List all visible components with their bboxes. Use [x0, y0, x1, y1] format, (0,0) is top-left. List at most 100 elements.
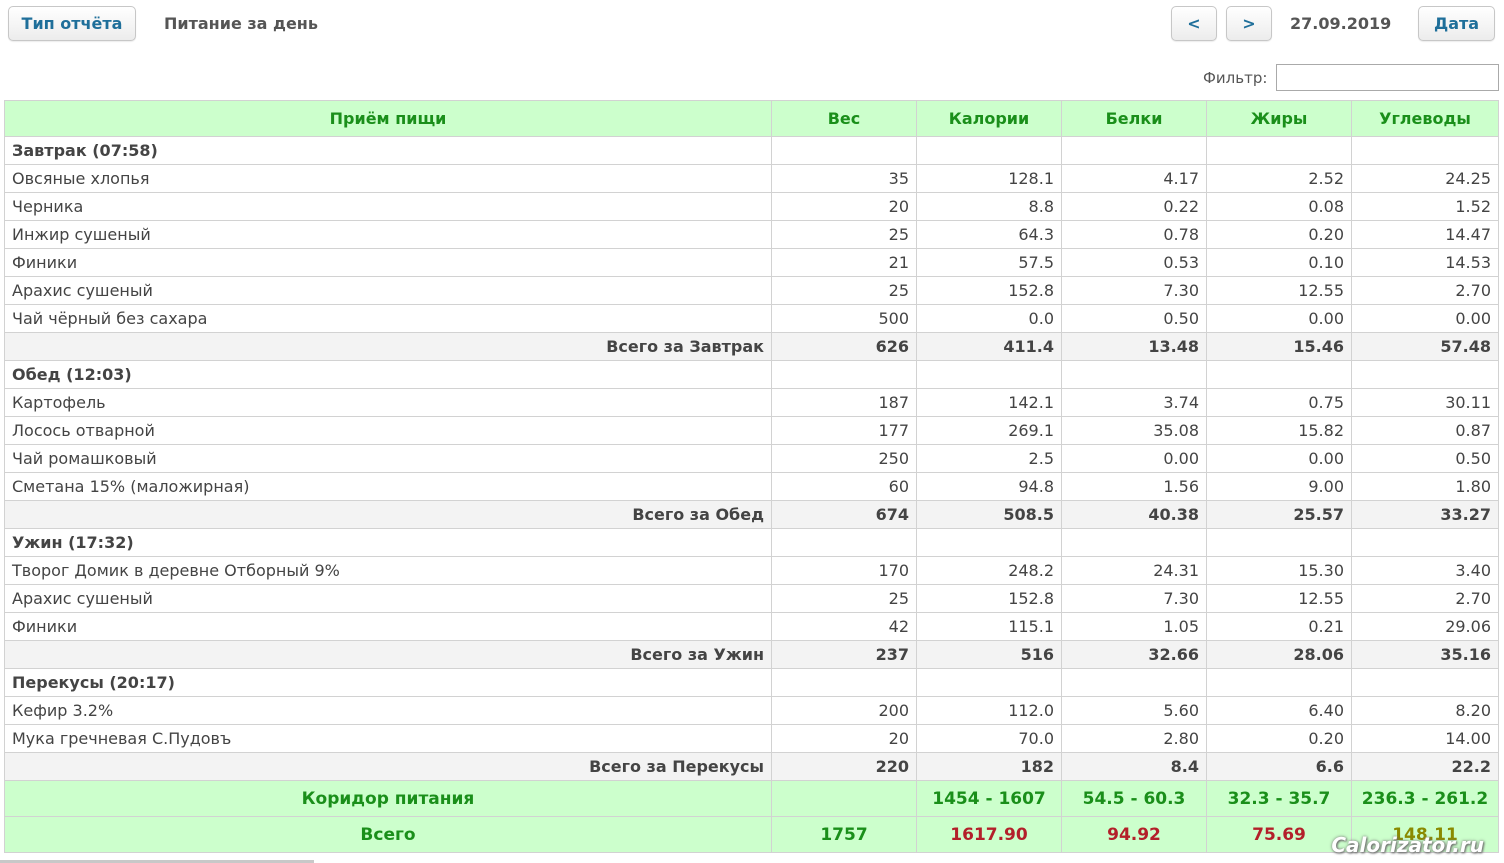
value-cell: 0.87 [1351, 416, 1499, 445]
next-day-button[interactable]: > [1226, 6, 1272, 41]
empty-cell [916, 360, 1062, 389]
meal-group-row: Ужин (17:32) [4, 528, 1499, 557]
value-cell: 14.47 [1351, 220, 1499, 249]
value-cell: 14.53 [1351, 248, 1499, 277]
subtotal-row: Всего за Обед 674 508.5 40.38 25.57 33.27 [4, 500, 1499, 529]
total-label: Всего [4, 816, 772, 853]
food-name-cell: Чай ромашковый [4, 444, 772, 473]
column-header-weight[interactable]: Вес [771, 100, 917, 137]
table-row[interactable]: Лосось отварной 177 269.1 35.08 15.82 0.87 [4, 416, 1499, 445]
value-cell: 0.10 [1206, 248, 1352, 277]
value-cell: 0.20 [1206, 724, 1352, 753]
column-header-meal[interactable]: Приём пищи [4, 100, 772, 137]
current-date: 27.09.2019 [1290, 14, 1392, 33]
subtotal-value: 22.2 [1351, 752, 1499, 781]
table-row[interactable]: Черника 20 8.8 0.22 0.08 1.52 [4, 192, 1499, 221]
table-row[interactable]: Финики 21 57.5 0.53 0.10 14.53 [4, 248, 1499, 277]
subtotal-label: Всего за Обед [4, 500, 772, 529]
column-header-protein[interactable]: Белки [1061, 100, 1207, 137]
column-header-fat[interactable]: Жиры [1206, 100, 1352, 137]
value-cell: 170 [771, 556, 917, 585]
value-cell: 70.0 [916, 724, 1062, 753]
value-cell: 115.1 [916, 612, 1062, 641]
value-cell: 42 [771, 612, 917, 641]
report-type-button[interactable]: Тип отчёта [8, 6, 136, 41]
value-cell: 25 [771, 276, 917, 305]
table-row[interactable]: Чай чёрный без сахара 500 0.0 0.50 0.00 0.00 [4, 304, 1499, 333]
value-cell: 2.70 [1351, 584, 1499, 613]
value-cell: 5.60 [1061, 696, 1207, 725]
food-name-cell: Мука гречневая С.Пудовъ [4, 724, 772, 753]
subtotal-value: 13.48 [1061, 332, 1207, 361]
column-header-carbs[interactable]: Углеводы [1351, 100, 1499, 137]
empty-cell [771, 668, 917, 697]
subtotal-label: Всего за Завтрак [4, 332, 772, 361]
total-value: 1617.90 [916, 816, 1062, 853]
food-name-cell: Арахис сушеный [4, 584, 772, 613]
value-cell: 94.8 [916, 472, 1062, 501]
meal-group-row: Перекусы (20:17) [4, 668, 1499, 697]
subtotal-value: 182 [916, 752, 1062, 781]
table-row[interactable]: Финики 42 115.1 1.05 0.21 29.06 [4, 612, 1499, 641]
value-cell: 250 [771, 444, 917, 473]
food-name-cell: Финики [4, 248, 772, 277]
food-name-cell: Арахис сушеный [4, 276, 772, 305]
value-cell: 8.8 [916, 192, 1062, 221]
empty-cell [771, 136, 917, 165]
value-cell: 128.1 [916, 164, 1062, 193]
value-cell: 0.20 [1206, 220, 1352, 249]
subtotal-value: 57.48 [1351, 332, 1499, 361]
table-row[interactable]: Творог Домик в деревне Отборный 9% 170 248… [4, 556, 1499, 585]
table-row[interactable]: Овсяные хлопья 35 128.1 4.17 2.52 24.25 [4, 164, 1499, 193]
food-name-cell: Овсяные хлопья [4, 164, 772, 193]
date-picker-button[interactable]: Дата [1418, 6, 1495, 41]
value-cell: 7.30 [1061, 276, 1207, 305]
food-name-cell: Творог Домик в деревне Отборный 9% [4, 556, 772, 585]
watermark-logo: Calorizator.ru [1331, 833, 1484, 857]
table-row[interactable]: Кефир 3.2% 200 112.0 5.60 6.40 8.20 [4, 696, 1499, 725]
table-row[interactable]: Инжир сушеный 25 64.3 0.78 0.20 14.47 [4, 220, 1499, 249]
empty-cell [1061, 360, 1207, 389]
value-cell: 0.08 [1206, 192, 1352, 221]
filter-label: Фильтр: [1203, 69, 1268, 87]
subtotal-value: 15.46 [1206, 332, 1352, 361]
subtotal-row: Всего за Завтрак 626 411.4 13.48 15.46 57.48 [4, 332, 1499, 361]
value-cell: 500 [771, 304, 917, 333]
corridor-value: 236.3 - 261.2 [1351, 780, 1499, 817]
total-value: 94.92 [1061, 816, 1207, 853]
meal-title: Завтрак (07:58) [4, 136, 772, 165]
filter-input[interactable] [1276, 64, 1499, 91]
value-cell: 24.31 [1061, 556, 1207, 585]
subtotal-row: Всего за Ужин 237 516 32.66 28.06 35.16 [4, 640, 1499, 669]
table-row[interactable]: Сметана 15% (маложирная) 60 94.8 1.56 9.00 1.… [4, 472, 1499, 501]
subtotal-value: 6.6 [1206, 752, 1352, 781]
table-row[interactable]: Мука гречневая С.Пудовъ 20 70.0 2.80 0.20 14.… [4, 724, 1499, 753]
value-cell: 35 [771, 164, 917, 193]
value-cell: 200 [771, 696, 917, 725]
value-cell: 0.00 [1206, 444, 1352, 473]
table-row[interactable]: Арахис сушеный 25 152.8 7.30 12.55 2.70 [4, 584, 1499, 613]
meal-group-row: Обед (12:03) [4, 360, 1499, 389]
subtotal-value: 28.06 [1206, 640, 1352, 669]
value-cell: 15.30 [1206, 556, 1352, 585]
subtotal-value: 674 [771, 500, 917, 529]
nutrition-table: Приём пищи Вес Калории Белки Жиры Углево… [4, 100, 1499, 853]
table-row[interactable]: Чай ромашковый 250 2.5 0.00 0.00 0.50 [4, 444, 1499, 473]
empty-cell [1206, 360, 1352, 389]
value-cell: 24.25 [1351, 164, 1499, 193]
table-row[interactable]: Картофель 187 142.1 3.74 0.75 30.11 [4, 388, 1499, 417]
value-cell: 14.00 [1351, 724, 1499, 753]
corridor-value: 54.5 - 60.3 [1061, 780, 1207, 817]
food-name-cell: Кефир 3.2% [4, 696, 772, 725]
meal-title: Обед (12:03) [4, 360, 772, 389]
prev-day-button[interactable]: < [1171, 6, 1217, 41]
value-cell: 187 [771, 388, 917, 417]
corridor-value: 32.3 - 35.7 [1206, 780, 1352, 817]
value-cell: 12.55 [1206, 276, 1352, 305]
column-header-calories[interactable]: Калории [916, 100, 1062, 137]
subtotal-value: 516 [916, 640, 1062, 669]
subtotal-label: Всего за Перекусы [4, 752, 772, 781]
empty-cell [1206, 668, 1352, 697]
corridor-value: 1454 - 1607 [916, 780, 1062, 817]
table-row[interactable]: Арахис сушеный 25 152.8 7.30 12.55 2.70 [4, 276, 1499, 305]
